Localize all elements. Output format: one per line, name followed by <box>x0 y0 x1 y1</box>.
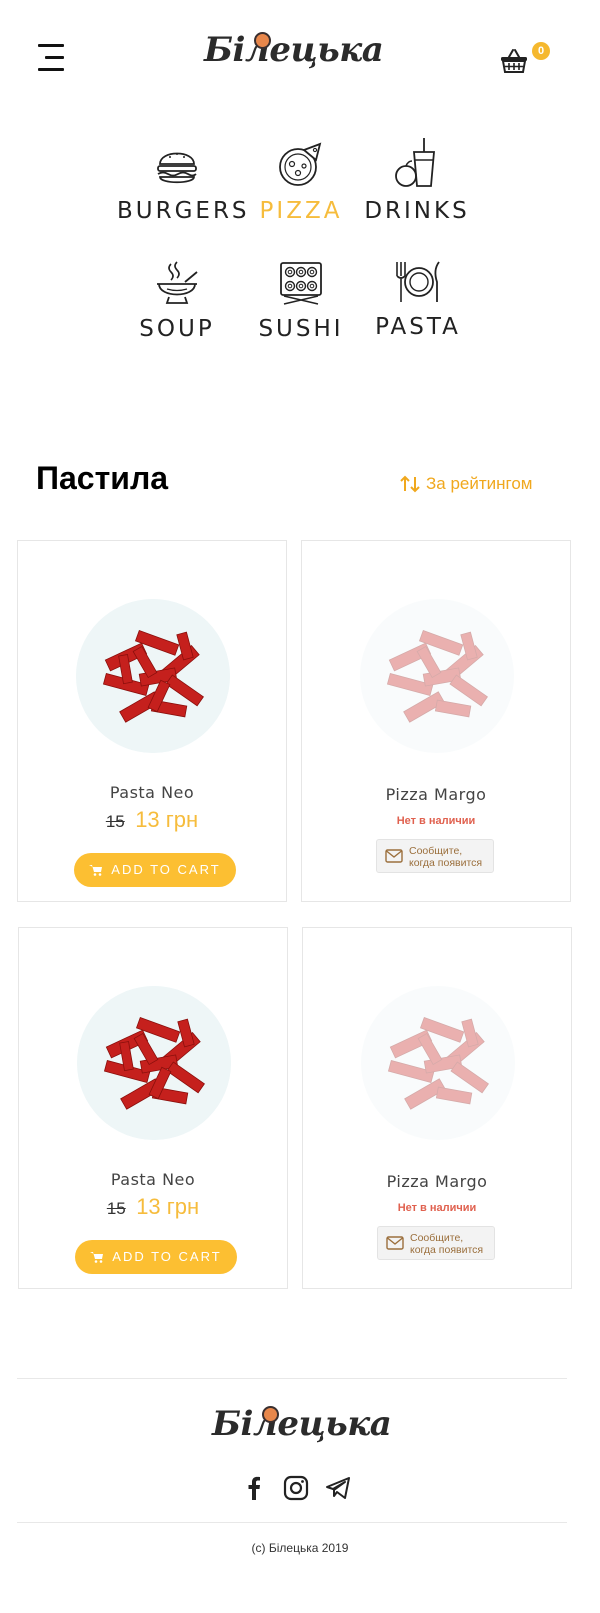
add-to-cart-label: ADD TO CART <box>112 1249 222 1264</box>
page-title: Пастила <box>36 460 169 496</box>
product-card[interactable]: Pasta Neo 15 13 грн ADD TO CART <box>18 927 288 1289</box>
add-to-cart-button[interactable]: ADD TO CART <box>75 1240 237 1274</box>
product-card[interactable]: Pizza Margo Нет в наличии Сообщите, когд… <box>301 540 571 902</box>
current-price: 13 грн <box>135 807 199 832</box>
footer-brand-name: Білецька <box>212 1404 392 1444</box>
pasta-photo <box>77 986 231 1140</box>
sort-icon <box>400 475 420 493</box>
category-pizza[interactable]: PIZZA <box>241 142 361 252</box>
category-soup[interactable]: SOUP <box>117 260 237 370</box>
cart-button[interactable]: 0 <box>500 42 550 78</box>
category-pasta[interactable]: PASTA <box>358 260 478 370</box>
product-card[interactable]: Pizza Margo Нет в наличии Сообщите, когд… <box>302 927 572 1289</box>
sort-label: За рейтингом <box>426 474 533 493</box>
notify-line: Сообщите, <box>409 845 463 857</box>
footer-divider <box>17 1522 567 1523</box>
telegram-icon[interactable] <box>324 1474 352 1502</box>
burger-icon <box>157 152 197 184</box>
category-label: SOUP <box>139 316 215 342</box>
out-of-stock-label: Нет в наличии <box>396 815 476 827</box>
category-label: SUSHI <box>258 316 344 342</box>
brand-name: Білецька <box>204 30 384 70</box>
logo-dot <box>254 32 271 49</box>
category-drinks[interactable]: DRINKS <box>357 136 477 246</box>
current-price: 13 грн <box>136 1194 200 1219</box>
sushi-icon <box>280 262 322 305</box>
notify-line: когда появится <box>410 1244 484 1256</box>
menu-button[interactable] <box>38 44 68 72</box>
notify-text: Сообщите, когда появится <box>410 1232 483 1256</box>
category-sushi[interactable]: SUSHI <box>241 260 361 370</box>
drink-icon <box>395 138 435 187</box>
add-to-cart-label: ADD TO CART <box>111 862 221 877</box>
product-name[interactable]: Pasta Neo <box>18 783 286 802</box>
category-label: PIZZA <box>259 198 343 224</box>
cart-icon <box>90 1252 104 1263</box>
out-of-stock-label: Нет в наличии <box>397 1202 477 1214</box>
envelope-icon <box>386 1236 404 1250</box>
notify-text: Сообщите, когда появится <box>409 845 482 869</box>
product-name[interactable]: Pizza Margo <box>303 1172 571 1191</box>
sort-button[interactable]: За рейтингом <box>400 474 533 494</box>
envelope-icon <box>385 849 403 863</box>
brand-logo[interactable]: Білецька <box>204 26 384 88</box>
product-image[interactable] <box>361 986 515 1140</box>
price-row: 15 13 грн <box>18 807 286 833</box>
footer-logo[interactable]: Білецька <box>212 1400 392 1462</box>
cart-count-badge: 0 <box>532 42 550 60</box>
old-price: 15 <box>106 1199 126 1218</box>
product-image[interactable] <box>360 599 514 753</box>
cart-icon <box>89 865 103 876</box>
price-row: 15 13 грн <box>19 1194 287 1220</box>
facebook-icon[interactable] <box>240 1474 268 1502</box>
plate-icon <box>396 261 440 302</box>
product-name[interactable]: Pasta Neo <box>19 1170 287 1189</box>
footer-divider <box>17 1378 567 1379</box>
pasta-photo <box>361 986 515 1140</box>
notify-when-available-button[interactable]: Сообщите, когда появится <box>376 839 494 873</box>
pasta-photo <box>76 599 230 753</box>
add-to-cart-button[interactable]: ADD TO CART <box>74 853 236 887</box>
product-card[interactable]: Pasta Neo 15 13 грн ADD TO CART <box>17 540 287 902</box>
pizza-icon <box>279 142 322 186</box>
notify-when-available-button[interactable]: Сообщите, когда появится <box>377 1226 495 1260</box>
notify-line: когда появится <box>409 857 483 869</box>
instagram-icon[interactable] <box>282 1474 310 1502</box>
category-label: BURGERS <box>117 198 250 224</box>
category-label: DRINKS <box>364 198 470 224</box>
soup-icon <box>157 261 198 304</box>
pasta-photo <box>360 599 514 753</box>
product-image[interactable] <box>77 986 231 1140</box>
menu-bar <box>38 68 64 71</box>
logo-dot <box>262 1406 279 1423</box>
menu-bar <box>38 44 64 47</box>
copyright: (c) Білецька 2019 <box>251 1541 349 1555</box>
category-burgers[interactable]: BURGERS <box>117 142 250 252</box>
notify-line: Сообщите, <box>410 1232 464 1244</box>
product-image[interactable] <box>76 599 230 753</box>
menu-bar <box>45 56 64 59</box>
basket-icon <box>501 49 527 73</box>
old-price: 15 <box>105 812 125 831</box>
product-name[interactable]: Pizza Margo <box>302 785 570 804</box>
category-label: PASTA <box>375 314 461 340</box>
